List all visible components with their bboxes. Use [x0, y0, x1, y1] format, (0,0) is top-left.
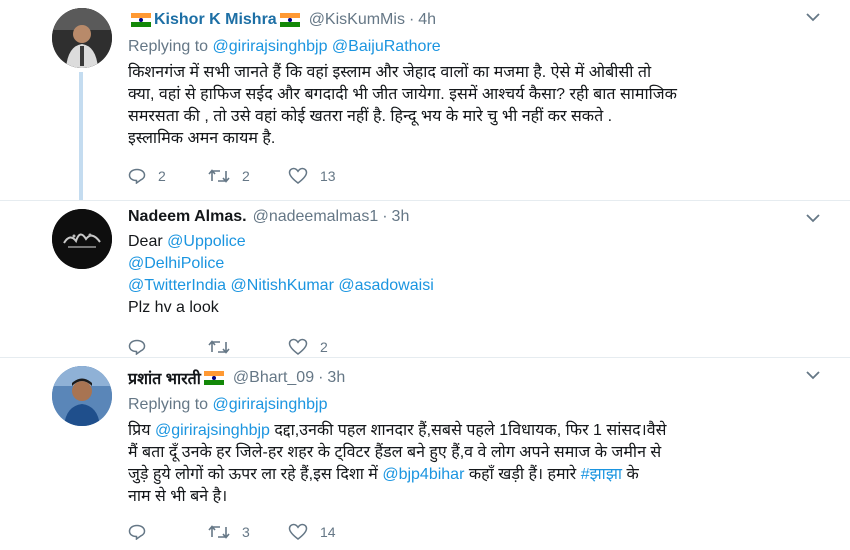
tweet-text-line: इस्लामिक अमन कायम है. [128, 130, 276, 147]
timestamp[interactable]: 3h [392, 208, 410, 226]
display-name[interactable]: Kishor K Mishra [154, 11, 277, 29]
retweet-icon [208, 525, 230, 539]
user-handle[interactable]: @Bhart_09 [233, 369, 314, 387]
tweet-text-line: नाम से भी बने है। [128, 488, 228, 505]
reply-count: 2 [158, 168, 166, 184]
thread-line [79, 72, 83, 202]
user-handle[interactable]: @nadeemalmas1 [253, 208, 379, 226]
mention-link[interactable]: @DelhiPolice [128, 255, 224, 272]
reply-icon [128, 524, 146, 540]
mention-link[interactable]: @Uppolice [167, 233, 246, 250]
display-name[interactable]: प्रशांत भारती [128, 367, 201, 389]
timestamp[interactable]: 3h [327, 369, 345, 387]
tweet-text-segment: जुड़े हुये लोगों को ऊपर ला रहे हैं,इस दि… [128, 466, 378, 483]
like-count: 2 [320, 339, 328, 355]
mention-link[interactable]: @girirajsinghbjp [213, 38, 328, 55]
tweet-text-line: समरसता की , तो उसे वहां कोई खतरा नहीं है… [128, 108, 613, 125]
tweet-text: प्रिय @girirajsinghbjp दद्दा,उनकी पहल शा… [128, 420, 810, 508]
replying-to: Replying to @girirajsinghbjp @BaijuRatho… [128, 36, 810, 58]
avatar[interactable] [52, 366, 112, 426]
retweet-icon [208, 340, 230, 354]
like-button[interactable]: 13 [288, 167, 368, 185]
user-handle[interactable]: @KisKumMis [309, 11, 405, 29]
mention-link[interactable]: @TwitterIndia [128, 277, 226, 294]
retweet-count: 3 [242, 524, 250, 540]
mention-link[interactable]: @BaijuRathore [332, 38, 441, 55]
tweet-text-line: Plz hv a look [128, 299, 219, 316]
heart-icon [288, 167, 308, 184]
mention-link[interactable]: @bjp4bihar [382, 466, 464, 483]
mention-link[interactable]: @girirajsinghbjp [155, 422, 270, 439]
avatar[interactable] [52, 209, 112, 269]
reply-icon [128, 339, 146, 355]
replying-to: Replying to @girirajsinghbjp [128, 394, 810, 416]
avatar[interactable] [52, 8, 112, 68]
tweet-text: किशनगंज में सभी जानते हैं कि वहां इस्लाम… [128, 62, 810, 150]
like-button[interactable]: 14 [288, 523, 368, 541]
tweet-header: Kishor K Mishra @KisKumMis · 4h [128, 8, 810, 32]
india-flag-icon [131, 13, 151, 27]
retweet-button[interactable] [208, 339, 288, 355]
mention-link[interactable]: @asadowaisi [338, 277, 433, 294]
retweet-button[interactable]: 3 [208, 524, 288, 540]
tweet-text-line: मैं बता दूँ उनके हर जिले-हर शहर के ट्विट… [128, 444, 662, 461]
action-bar: 2 2 13 [128, 164, 810, 188]
tweet-text-line: क्या, वहां से हाफिज सईद और बगदादी भी जीत… [128, 86, 677, 103]
retweet-icon [208, 169, 230, 183]
tweet-text-segment: प्रिय [128, 422, 151, 439]
timestamp[interactable]: 4h [418, 11, 436, 29]
india-flag-icon [279, 13, 300, 27]
display-name[interactable]: Nadeem Almas. [128, 208, 247, 226]
tweet-header: Nadeem Almas. @nadeemalmas1 · 3h [128, 205, 810, 229]
reply-button[interactable]: 2 [128, 168, 208, 184]
replying-label: Replying to [128, 38, 209, 55]
action-bar: 2 [128, 335, 810, 359]
tweet-text: Dear @Uppolice @DelhiPolice @TwitterIndi… [128, 231, 810, 319]
mention-link[interactable]: @girirajsinghbjp [213, 396, 328, 413]
tweet-header: प्रशांत भारती @Bhart_09 · 3h [128, 366, 810, 390]
heart-icon [288, 338, 308, 355]
separator: · [318, 369, 324, 386]
separator: · [408, 11, 415, 28]
tweet-prashant[interactable]: प्रशांत भारती @Bhart_09 · 3h Replying to… [0, 357, 850, 550]
heart-icon [288, 523, 308, 540]
tweet-kishor[interactable]: Kishor K Mishra @KisKumMis · 4h Replying… [0, 0, 850, 202]
tweet-text-segment: Dear [128, 233, 163, 250]
separator: · [382, 208, 388, 225]
tweet-nadeem[interactable]: Nadeem Almas. @nadeemalmas1 · 3h Dear @U… [0, 200, 850, 357]
india-flag-icon [203, 371, 224, 385]
tweet-text-line: किशनगंज में सभी जानते हैं कि वहां इस्लाम… [128, 64, 652, 81]
like-count: 13 [320, 168, 336, 184]
replying-label: Replying to [128, 396, 209, 413]
like-button[interactable]: 2 [288, 338, 368, 356]
tweet-text-segment: के [626, 466, 639, 483]
like-count: 14 [320, 524, 336, 540]
reply-button[interactable] [128, 339, 208, 355]
retweet-button[interactable]: 2 [208, 168, 288, 184]
reply-button[interactable] [128, 524, 208, 540]
reply-icon [128, 168, 146, 184]
tweet-text-segment: कहाँ खड़ी हैं। हमारे [468, 466, 577, 483]
action-bar: 3 14 [128, 520, 810, 544]
retweet-count: 2 [242, 168, 250, 184]
mention-link[interactable]: @NitishKumar [231, 277, 334, 294]
hashtag-link[interactable]: #झाझा [581, 466, 622, 483]
tweet-text-segment: दद्दा,उनकी पहल शानदार हैं,सबसे पहले 1विध… [274, 422, 667, 439]
